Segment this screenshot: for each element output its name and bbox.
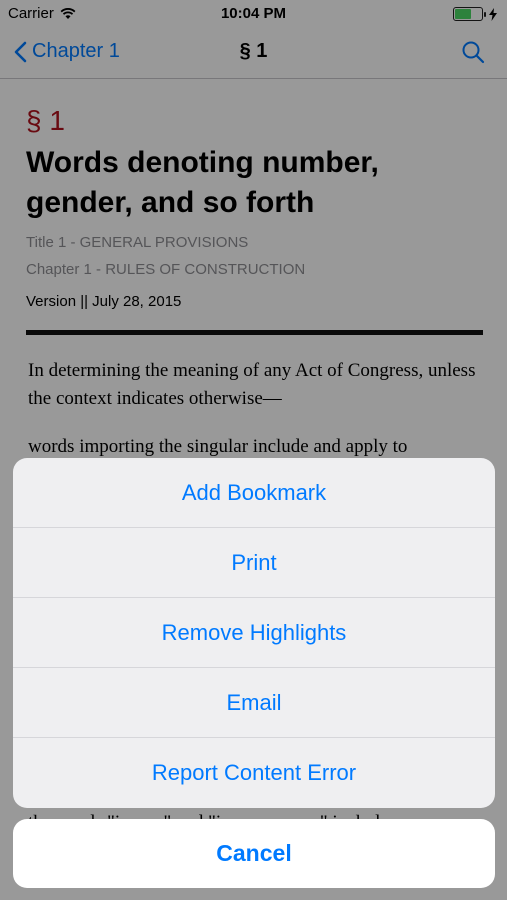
email-button[interactable]: Email <box>13 668 495 738</box>
report-content-error-button[interactable]: Report Content Error <box>13 738 495 808</box>
cancel-button[interactable]: Cancel <box>13 819 495 888</box>
add-bookmark-button[interactable]: Add Bookmark <box>13 458 495 528</box>
remove-highlights-button[interactable]: Remove Highlights <box>13 598 495 668</box>
print-button[interactable]: Print <box>13 528 495 598</box>
action-sheet: Add Bookmark Print Remove Highlights Ema… <box>13 458 495 808</box>
